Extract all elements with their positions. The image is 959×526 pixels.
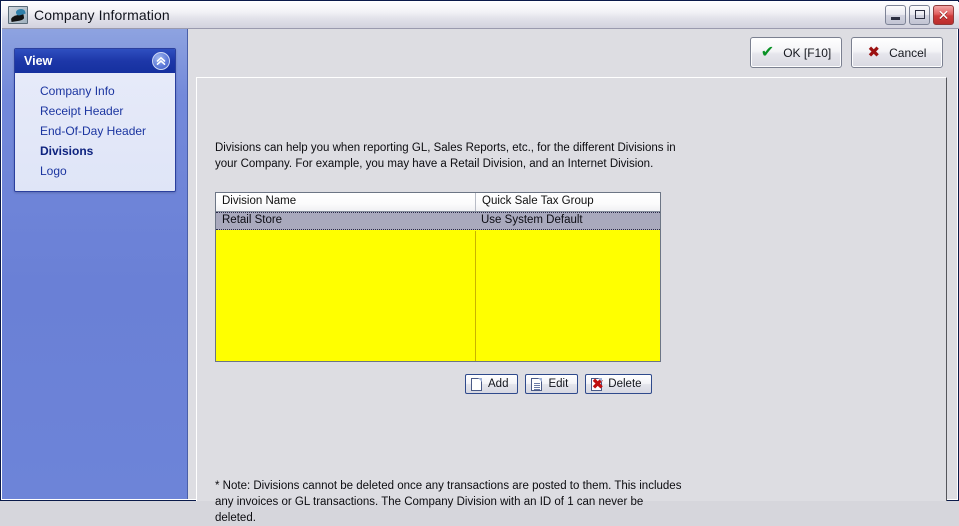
dialog-buttons: ✔ OK [F10] ✖ Cancel	[750, 37, 943, 68]
minimize-button[interactable]	[885, 5, 906, 25]
grid-header-row: Division Name Quick Sale Tax Group	[216, 193, 660, 212]
sidebar: View Company Info Receipt Header End-Of-…	[2, 29, 188, 499]
cell-quick-sale-tax-group: Use System Default	[481, 214, 583, 226]
column-header-quick-sale-tax-group[interactable]: Quick Sale Tax Group	[476, 193, 660, 211]
x-icon: ✖	[867, 44, 881, 61]
ok-button[interactable]: ✔ OK [F10]	[750, 37, 842, 68]
delete-button[interactable]: ✖ Delete	[585, 374, 652, 394]
delete-page-icon: ✖	[591, 375, 605, 393]
view-panel: View Company Info Receipt Header End-Of-…	[14, 48, 176, 192]
sidebar-item-receipt-header[interactable]: Receipt Header	[15, 101, 175, 121]
edit-button[interactable]: Edit	[525, 374, 579, 394]
cell-division-name: Retail Store	[222, 214, 283, 226]
grid-column-divider	[475, 231, 476, 361]
column-header-division-name[interactable]: Division Name	[216, 193, 476, 211]
sidebar-item-divisions[interactable]: Divisions	[15, 141, 175, 161]
check-icon: ✔	[760, 43, 775, 61]
grid-actions: Add Edit ✖ Delete	[465, 374, 652, 394]
table-row[interactable]: Retail Store Use System Default	[216, 212, 660, 230]
minimize-icon	[891, 17, 900, 20]
content-area: ✔ OK [F10] ✖ Cancel Divisions can help y…	[188, 29, 957, 524]
divisions-panel: Divisions can help you when reporting GL…	[196, 77, 947, 524]
view-panel-title: View	[24, 54, 53, 68]
divisions-grid[interactable]: Division Name Quick Sale Tax Group Retai…	[215, 192, 661, 362]
window-controls: ✕	[885, 5, 954, 25]
delete-button-label: Delete	[608, 378, 642, 390]
divisions-note: * Note: Divisions cannot be deleted once…	[215, 480, 682, 524]
add-button[interactable]: Add	[465, 374, 519, 394]
cancel-button[interactable]: ✖ Cancel	[851, 37, 943, 68]
edit-page-icon	[531, 377, 543, 391]
grid-empty-area[interactable]	[216, 231, 660, 361]
add-button-label: Add	[488, 378, 509, 390]
edit-button-label: Edit	[548, 378, 569, 390]
chevron-double-up-icon[interactable]	[152, 52, 170, 70]
close-icon: ✕	[937, 7, 950, 23]
close-button[interactable]: ✕	[933, 5, 954, 25]
ok-button-label: OK [F10]	[783, 45, 832, 60]
app-swoosh-icon	[8, 6, 28, 24]
maximize-icon	[915, 10, 925, 19]
cancel-button-label: Cancel	[889, 45, 927, 60]
divisions-description: Divisions can help you when reporting GL…	[215, 142, 676, 170]
window-title: Company Information	[34, 7, 170, 23]
sidebar-item-end-of-day-header[interactable]: End-Of-Day Header	[15, 121, 175, 141]
sidebar-item-company-info[interactable]: Company Info	[15, 81, 175, 101]
company-information-window: Company Information ✕ View Company Info …	[0, 0, 959, 524]
view-panel-header: View	[15, 49, 175, 73]
new-page-icon	[471, 377, 482, 391]
sidebar-item-logo[interactable]: Logo	[15, 161, 175, 181]
view-panel-items: Company Info Receipt Header End-Of-Day H…	[15, 73, 175, 191]
maximize-button[interactable]	[909, 5, 930, 25]
title-bar[interactable]: Company Information ✕	[2, 2, 959, 29]
